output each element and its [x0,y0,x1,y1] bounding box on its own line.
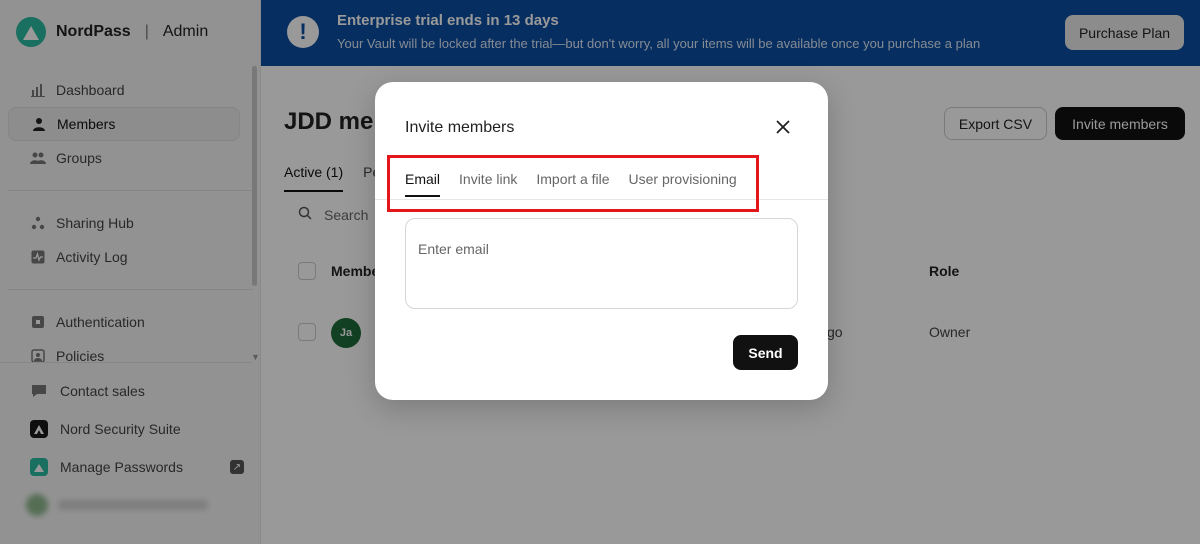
tabs-highlight-box [387,155,759,212]
send-button[interactable]: Send [733,335,798,370]
email-field[interactable] [405,218,798,309]
modal-title: Invite members [405,119,515,136]
close-icon[interactable] [773,117,793,137]
invite-members-modal: Invite members Email Invite link Import … [375,82,828,400]
